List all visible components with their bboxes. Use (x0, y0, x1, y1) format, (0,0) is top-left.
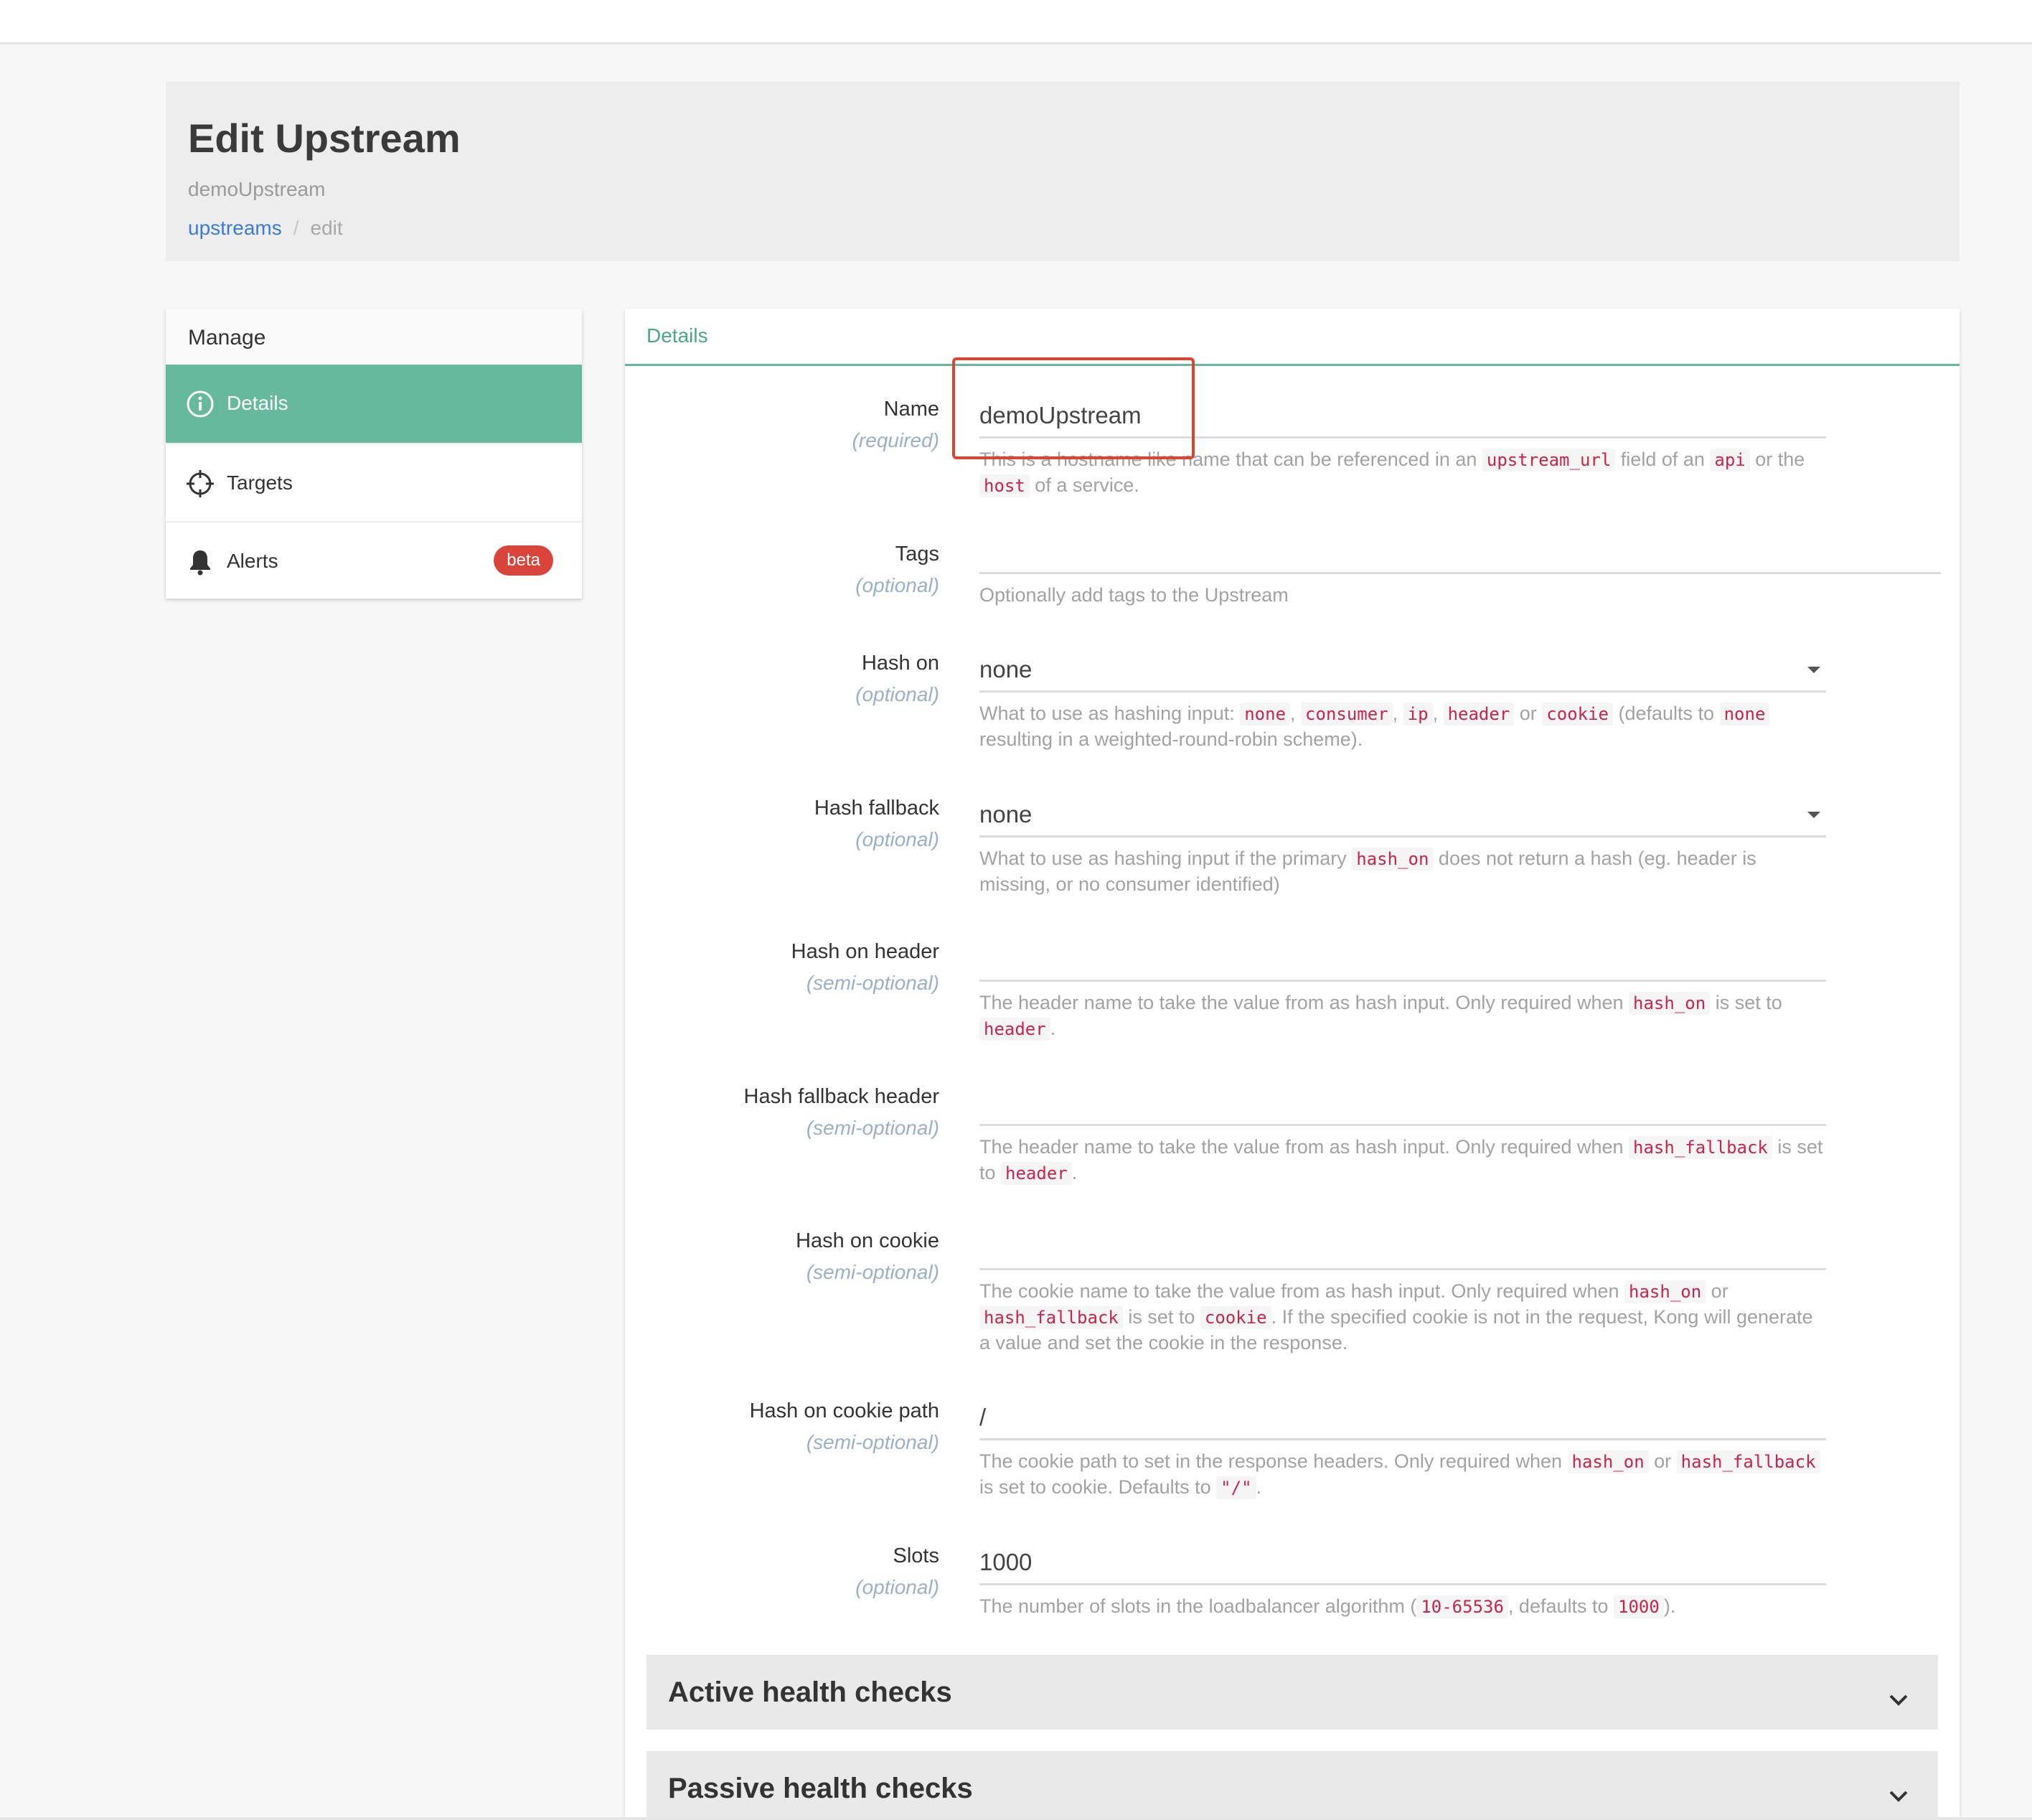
hash-fallback-label: Hash fallback (814, 797, 939, 820)
hash-fallback-header-optional: (semi-optional) (806, 1117, 939, 1139)
tags-input[interactable] (979, 528, 1941, 574)
name-required: (required) (852, 429, 939, 451)
sidebar-item-details[interactable]: Details (166, 365, 582, 443)
bottom-divider (0, 1817, 2032, 1820)
tab-details[interactable]: Details (646, 324, 708, 347)
active-health-checks-toggle[interactable]: Active health checks (646, 1655, 1938, 1730)
hash-on-cookie-path-optional: (semi-optional) (806, 1431, 939, 1453)
name-field-highlight (952, 357, 1195, 459)
sidebar-item-label: Targets (227, 472, 293, 494)
chevron-down-icon (1888, 1778, 1909, 1811)
hash-on-help: What to use as hashing input: none, cons… (979, 701, 1826, 752)
hash-on-cookie-optional: (semi-optional) (806, 1261, 939, 1283)
sidebar-item-targets[interactable]: Targets (166, 443, 582, 521)
sidebar-heading: Manage (166, 309, 582, 365)
hash-fallback-value: none (979, 801, 1033, 827)
hash-fallback-header-input[interactable] (979, 1080, 1826, 1126)
hash-fallback-optional: (optional) (855, 828, 939, 850)
sidebar: Manage Details Targets Alerts beta (166, 309, 582, 599)
passive-health-checks-toggle[interactable]: Passive health checks (646, 1751, 1938, 1820)
hash-fallback-header-label: Hash fallback header (743, 1085, 939, 1108)
hash-on-value: none (979, 656, 1033, 682)
chevron-down-icon (1888, 1682, 1909, 1715)
hash-on-cookie-input[interactable] (979, 1224, 1826, 1270)
slots-optional: (optional) (855, 1576, 939, 1598)
hash-on-cookie-path-input[interactable]: / (979, 1394, 1826, 1440)
hash-fallback-select[interactable]: none (979, 792, 1826, 838)
breadcrumb-upstreams-link[interactable]: upstreams (188, 217, 282, 239)
info-icon (186, 390, 215, 418)
hash-on-label: Hash on (861, 652, 939, 675)
top-bar (0, 0, 2032, 44)
sidebar-item-label: Details (227, 392, 288, 414)
page-title: Edit Upstream (188, 116, 461, 161)
dropdown-caret-icon (1807, 667, 1820, 673)
passive-health-checks-title: Passive health checks (668, 1773, 973, 1804)
hash-on-header-input[interactable] (979, 936, 1826, 982)
bell-icon (186, 548, 215, 576)
slots-label: Slots (893, 1544, 939, 1567)
breadcrumb-separator: / (293, 217, 299, 239)
hash-on-cookie-label: Hash on cookie (796, 1229, 939, 1252)
hash-on-select[interactable]: none (979, 647, 1826, 693)
tab-bar: Details (625, 309, 1960, 366)
sidebar-item-alerts[interactable]: Alerts beta (166, 521, 582, 599)
dropdown-caret-icon (1807, 812, 1820, 818)
hash-on-header-optional: (semi-optional) (806, 972, 939, 994)
hash-on-cookie-path-label: Hash on cookie path (749, 1399, 939, 1422)
details-panel: Details Name (required) demoUpstream Thi… (625, 309, 1960, 1820)
page-subtitle: demoUpstream (188, 178, 326, 200)
tags-label: Tags (895, 543, 939, 566)
sidebar-item-label: Alerts (227, 550, 278, 572)
slots-help: The number of slots in the loadbalancer … (979, 1595, 1676, 1618)
active-health-checks-title: Active health checks (668, 1676, 952, 1708)
hash-fallback-header-help: The header name to take the value from a… (979, 1136, 1823, 1185)
slots-input[interactable]: 1000 (979, 1539, 1826, 1585)
breadcrumb: upstreams / edit (188, 217, 343, 240)
hash-on-cookie-path-help: The cookie path to set in the response h… (979, 1449, 1826, 1501)
crosshair-icon (186, 469, 215, 498)
hash-on-cookie-help: The cookie name to take the value from a… (979, 1280, 1813, 1354)
hash-on-header-help: The header name to take the value from a… (979, 992, 1782, 1041)
breadcrumb-current: edit (310, 217, 343, 239)
name-label: Name (883, 398, 939, 421)
tags-help: Optionally add tags to the Upstream (979, 584, 1289, 606)
tags-optional: (optional) (855, 574, 939, 596)
hash-on-header-label: Hash on header (791, 940, 939, 963)
hash-on-optional: (optional) (855, 683, 939, 705)
beta-badge: beta (494, 545, 553, 576)
hash-fallback-help: What to use as hashing input if the prim… (979, 848, 1756, 895)
page-header: Edit Upstream demoUpstream upstreams / edi… (166, 82, 1960, 261)
